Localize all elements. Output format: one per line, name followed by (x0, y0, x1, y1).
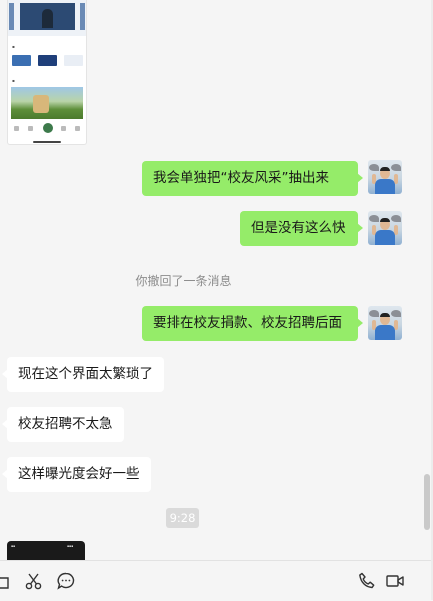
message-text: 但是没有这么快 (251, 220, 346, 236)
avatar-hair (380, 313, 390, 317)
avatar-wing (369, 164, 379, 171)
message-bubble-incoming[interactable]: 现在这个界面太繁琐了 (2, 357, 164, 392)
input-toolbar (0, 560, 433, 601)
thumbnail-tab (75, 126, 80, 131)
message-bubble-incoming[interactable]: 这样曝光度会好一些 (2, 457, 151, 492)
thumbnail-tab (14, 126, 19, 131)
avatar-body (375, 325, 395, 340)
message-text: 现在这个界面太繁琐了 (18, 366, 153, 382)
recall-notice: 你撤回了一条消息 (135, 274, 232, 288)
thumbnail-logo (12, 55, 31, 66)
avatar-wing (369, 215, 379, 222)
thumbnail-logo (38, 55, 57, 66)
avatar[interactable] (368, 211, 402, 245)
message-bubble-outgoing[interactable]: 要排在校友捐款、校友招聘后面 (142, 306, 363, 341)
avatar[interactable] (368, 306, 402, 340)
message-text: 校友招聘不太急 (18, 416, 113, 432)
avatar-wing (391, 215, 401, 222)
message-bubble-outgoing[interactable]: 我会单独把“校友风采”抽出来 (142, 161, 363, 196)
avatar-wing (369, 310, 379, 317)
avatar-wing (391, 164, 401, 171)
thumbnail-banner-edge (80, 3, 85, 30)
message-text: 要排在校友捐款、校友招聘后面 (153, 315, 342, 331)
chat-bubble-icon[interactable] (56, 571, 76, 591)
avatar-wing (391, 310, 401, 317)
chat-area[interactable]: ▪ ▪ 我会单独把“校友风采”抽出来 但是没有这么快 你撤回了一条消息 要排在校… (0, 0, 433, 560)
thumbnail-status-icons: ▪▪▪ (67, 544, 74, 548)
thumbnail-section-marker: ▪ (12, 44, 15, 49)
message-text: 我会单独把“校友风采”抽出来 (153, 170, 329, 186)
shared-image-thumbnail[interactable]: ▪▪ ▪▪▪ (7, 541, 85, 560)
scissors-icon[interactable] (24, 571, 44, 591)
message-timestamp: 9:28 (166, 508, 199, 528)
video-call-icon[interactable] (385, 571, 405, 591)
thumbnail-tab (28, 126, 33, 131)
message-bubble-outgoing[interactable]: 但是没有这么快 (240, 211, 363, 246)
thumbnail-photo (11, 87, 83, 119)
shared-image-thumbnail[interactable]: ▪ ▪ (7, 0, 87, 145)
phone-icon[interactable] (357, 571, 377, 591)
scrollbar[interactable] (424, 474, 430, 530)
message-bubble-incoming[interactable]: 校友招聘不太急 (2, 407, 124, 442)
thumbnail-section-marker: ▪ (12, 78, 15, 83)
thumbnail-home-indicator (33, 141, 61, 143)
folder-icon[interactable] (0, 571, 10, 591)
thumbnail-banner (20, 3, 75, 30)
thumbnail-center-tab (42, 122, 54, 134)
avatar-hair (380, 218, 390, 222)
message-text: 这样曝光度会好一些 (18, 466, 140, 482)
avatar-body (375, 230, 395, 245)
avatar-hair (380, 167, 390, 171)
thumbnail-logo (64, 55, 83, 66)
thumbnail-tabbar (8, 122, 86, 138)
avatar-body (375, 179, 395, 194)
thumbnail-banner-edge (9, 3, 14, 30)
thumbnail-banner-row (8, 0, 86, 36)
thumbnail-status-text: ▪▪ (11, 544, 16, 548)
avatar[interactable] (368, 160, 402, 194)
thumbnail-tab (61, 126, 66, 131)
